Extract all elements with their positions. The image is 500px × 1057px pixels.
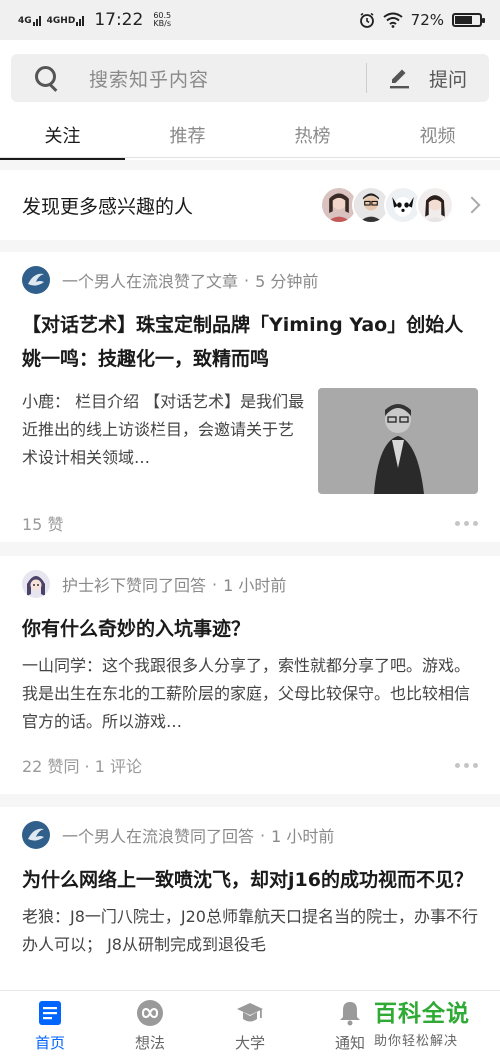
more-options-icon[interactable] — [455, 762, 478, 768]
wifi-icon — [383, 12, 403, 28]
graduation-cap-icon — [237, 1003, 263, 1022]
tab-divider — [0, 157, 500, 158]
avatar[interactable] — [22, 266, 50, 294]
feed-meta: 一个男人在流浪赞同了回答 · 1 小时前 — [22, 807, 478, 863]
avatar[interactable] — [22, 570, 50, 598]
search-input[interactable]: 搜索知乎内容 — [89, 65, 209, 92]
meta-separator: · — [244, 270, 250, 290]
meta-separator: · — [212, 574, 218, 594]
avatar[interactable] — [22, 821, 50, 849]
battery-icon — [452, 13, 485, 27]
signal-bars-icon — [32, 15, 41, 26]
ask-button[interactable]: 提问 — [367, 54, 489, 102]
feed-time: 1 小时前 — [223, 576, 287, 595]
speed-unit: KB/s — [153, 19, 172, 28]
card-title[interactable]: 为什么网络上一致喷沈飞，却对j16的成功视而不见？ — [22, 863, 478, 897]
feed-card[interactable]: 一个男人在流浪赞了文章 · 5 分钟前 【对话艺术】珠宝定制品牌「Yiming … — [0, 252, 500, 542]
battery-percent: 72% — [410, 11, 444, 29]
nav-label: 首页 — [34, 1034, 65, 1052]
card-footer: 15 赞 — [22, 494, 478, 552]
tab-video[interactable]: 视频 — [375, 112, 500, 158]
feed-time: 1 小时前 — [271, 827, 335, 846]
nav-label: 想法 — [134, 1034, 165, 1052]
signal-1: 4G — [18, 15, 41, 26]
ask-label: 提问 — [428, 68, 467, 91]
bell-icon — [340, 1002, 360, 1026]
feed-tabs: 关注 推荐 热榜 视频 — [0, 112, 500, 160]
home-doc-icon — [39, 1001, 61, 1025]
watermark: 百科全说 助你轻松解决 — [374, 994, 500, 1057]
discover-people-row[interactable]: 发现更多感兴趣的人 — [0, 170, 500, 240]
network-type-1: 4G — [18, 15, 32, 26]
discover-title: 发现更多感兴趣的人 — [22, 195, 194, 218]
nav-label: 通知 — [334, 1034, 365, 1052]
alarm-icon — [359, 12, 374, 28]
network-speed: 60.5 KB/s — [153, 12, 171, 28]
tab-recommend[interactable]: 推荐 — [125, 112, 250, 158]
nav-label: 大学 — [234, 1034, 265, 1052]
card-stats: 22 赞同 · 1 评论 — [22, 757, 142, 776]
feed-card[interactable]: 一个男人在流浪赞同了回答 · 1 小时前 为什么网络上一致喷沈飞，却对j16的成… — [0, 807, 500, 990]
search-icon — [35, 66, 59, 90]
card-excerpt[interactable]: 小鹿： 栏目介绍 【对话艺术】是我们最近推出的线上访谈栏目，会邀请关于艺术设计相… — [22, 388, 306, 494]
feed-meta: 护士衫下赞同了回答 · 1 小时前 — [22, 556, 478, 612]
avatar-stack — [320, 186, 454, 224]
watermark-subtitle: 助你轻松解决 — [374, 1034, 459, 1049]
network-type-2: 4GHD — [46, 15, 76, 26]
signal-bars-icon — [76, 15, 85, 26]
more-options-icon[interactable] — [455, 520, 478, 526]
feed-card[interactable]: 护士衫下赞同了回答 · 1 小时前 你有什么奇妙的入坑事迹？ 一山同学：这个我跟… — [0, 556, 500, 794]
status-bar: 4G 4GHD 17:22 60.5 KB/s 72% — [0, 0, 500, 40]
feed-meta: 一个男人在流浪赞了文章 · 5 分钟前 — [22, 252, 478, 308]
card-body: 小鹿： 栏目介绍 【对话艺术】是我们最近推出的线上访谈栏目，会邀请关于艺术设计相… — [22, 388, 478, 494]
tab-hot-list[interactable]: 热榜 — [250, 112, 375, 158]
search-bar[interactable]: 搜索知乎内容 提问 — [11, 54, 489, 102]
meta-separator: · — [260, 825, 266, 845]
signal-2: 4GHD — [47, 15, 85, 26]
avatar — [416, 186, 454, 224]
card-footer: 22 赞同 · 1 评论 — [22, 736, 478, 794]
feed-actor[interactable]: 一个男人在流浪赞了文章 — [62, 268, 238, 292]
nav-university[interactable]: 大学 — [200, 991, 300, 1057]
infinity-icon — [137, 1000, 163, 1026]
watermark-title: 百科全说 — [374, 1001, 470, 1027]
clock: 17:22 — [94, 10, 144, 30]
nav-home[interactable]: 首页 — [0, 991, 100, 1057]
nav-ideas[interactable]: 想法 — [100, 991, 200, 1057]
chevron-right-icon — [463, 196, 481, 214]
card-title[interactable]: 【对话艺术】珠宝定制品牌「Yiming Yao」创始人姚一鸣：技趣化一，致精而鸣 — [22, 308, 478, 376]
pen-icon — [389, 69, 409, 89]
card-excerpt[interactable]: 一山同学：这个我跟很多人分享了，索性就都分享了吧。游戏。 我是出生在东北的工薪阶… — [22, 652, 478, 736]
feed-actor[interactable]: 护士衫下赞同了回答 — [62, 572, 206, 596]
tab-follow[interactable]: 关注 — [0, 112, 125, 160]
card-stats: 15 赞 — [22, 515, 64, 534]
card-body: 一山同学：这个我跟很多人分享了，索性就都分享了吧。游戏。 我是出生在东北的工薪阶… — [22, 652, 478, 736]
top-header: 搜索知乎内容 提问 关注 推荐 热榜 视频 — [0, 40, 500, 160]
card-title[interactable]: 你有什么奇妙的入坑事迹？ — [22, 612, 478, 646]
card-body: 老狼：J8一门八院士，J20总师靠航天口提名当的院士，办事不行办人可以； J8从… — [22, 903, 478, 959]
card-excerpt[interactable]: 老狼：J8一门八院士，J20总师靠航天口提名当的院士，办事不行办人可以； J8从… — [22, 903, 478, 959]
article-thumbnail[interactable] — [318, 388, 478, 494]
feed-actor[interactable]: 一个男人在流浪赞同了回答 — [62, 823, 254, 847]
feed-time: 5 分钟前 — [255, 272, 319, 291]
